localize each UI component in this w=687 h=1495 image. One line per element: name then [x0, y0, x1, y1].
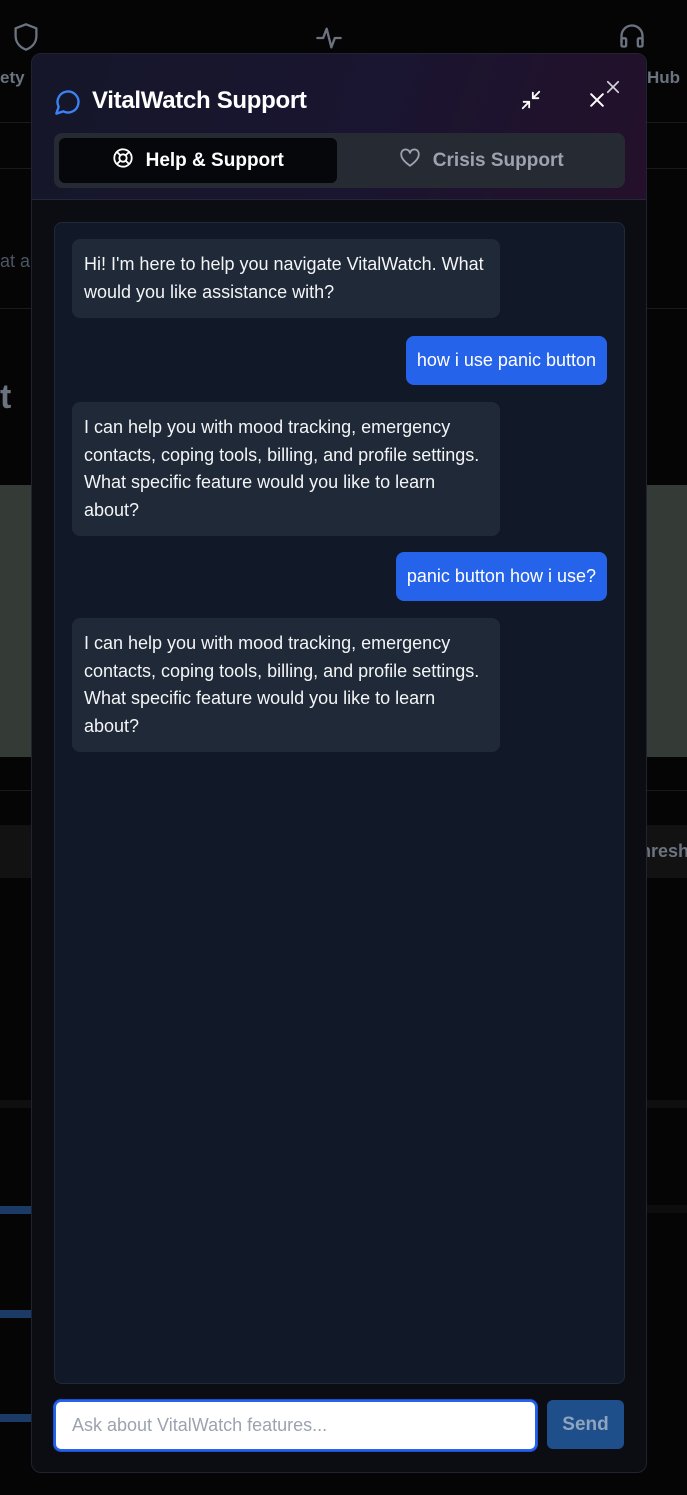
- chat-bubble-icon: [54, 88, 82, 116]
- headphones-icon: [618, 22, 646, 55]
- close-icon: [587, 90, 607, 115]
- bot-message: I can help you with mood tracking, emerg…: [72, 402, 500, 536]
- tab-label: Crisis Support: [432, 149, 564, 171]
- user-message: how i use panic button: [405, 336, 607, 385]
- support-dialog: VitalWatch Support Help & Support Crisis…: [31, 53, 647, 1473]
- background-text: at a: [0, 251, 31, 271]
- minimize-icon: [520, 89, 542, 116]
- background-heading: t: [0, 378, 12, 416]
- lifebuoy-icon: [112, 147, 134, 175]
- close-button[interactable]: [582, 87, 612, 117]
- tab-crisis-support[interactable]: Crisis Support: [343, 138, 621, 183]
- chat-messages[interactable]: Hi! I'm here to help you navigate VitalW…: [54, 222, 625, 1384]
- nav-label-hub: Hub: [647, 68, 681, 87]
- heart-icon: [399, 147, 421, 175]
- message-input[interactable]: [54, 1400, 537, 1451]
- tab-label: Help & Support: [145, 149, 284, 171]
- shield-icon: [12, 22, 40, 57]
- user-message: panic button how i use?: [395, 552, 607, 601]
- dialog-header: VitalWatch Support Help & Support Crisis…: [32, 54, 646, 200]
- dialog-title: VitalWatch Support: [92, 87, 307, 114]
- bot-message: I can help you with mood tracking, emerg…: [72, 618, 500, 752]
- send-button[interactable]: Send: [547, 1400, 624, 1449]
- minimize-button[interactable]: [516, 87, 546, 117]
- support-tabs: Help & Support Crisis Support: [54, 133, 625, 188]
- tab-help-support[interactable]: Help & Support: [59, 138, 337, 183]
- background-text: nresh: [640, 841, 687, 861]
- nav-label-safety: ety: [0, 68, 25, 87]
- bot-message: Hi! I'm here to help you navigate VitalW…: [72, 239, 500, 318]
